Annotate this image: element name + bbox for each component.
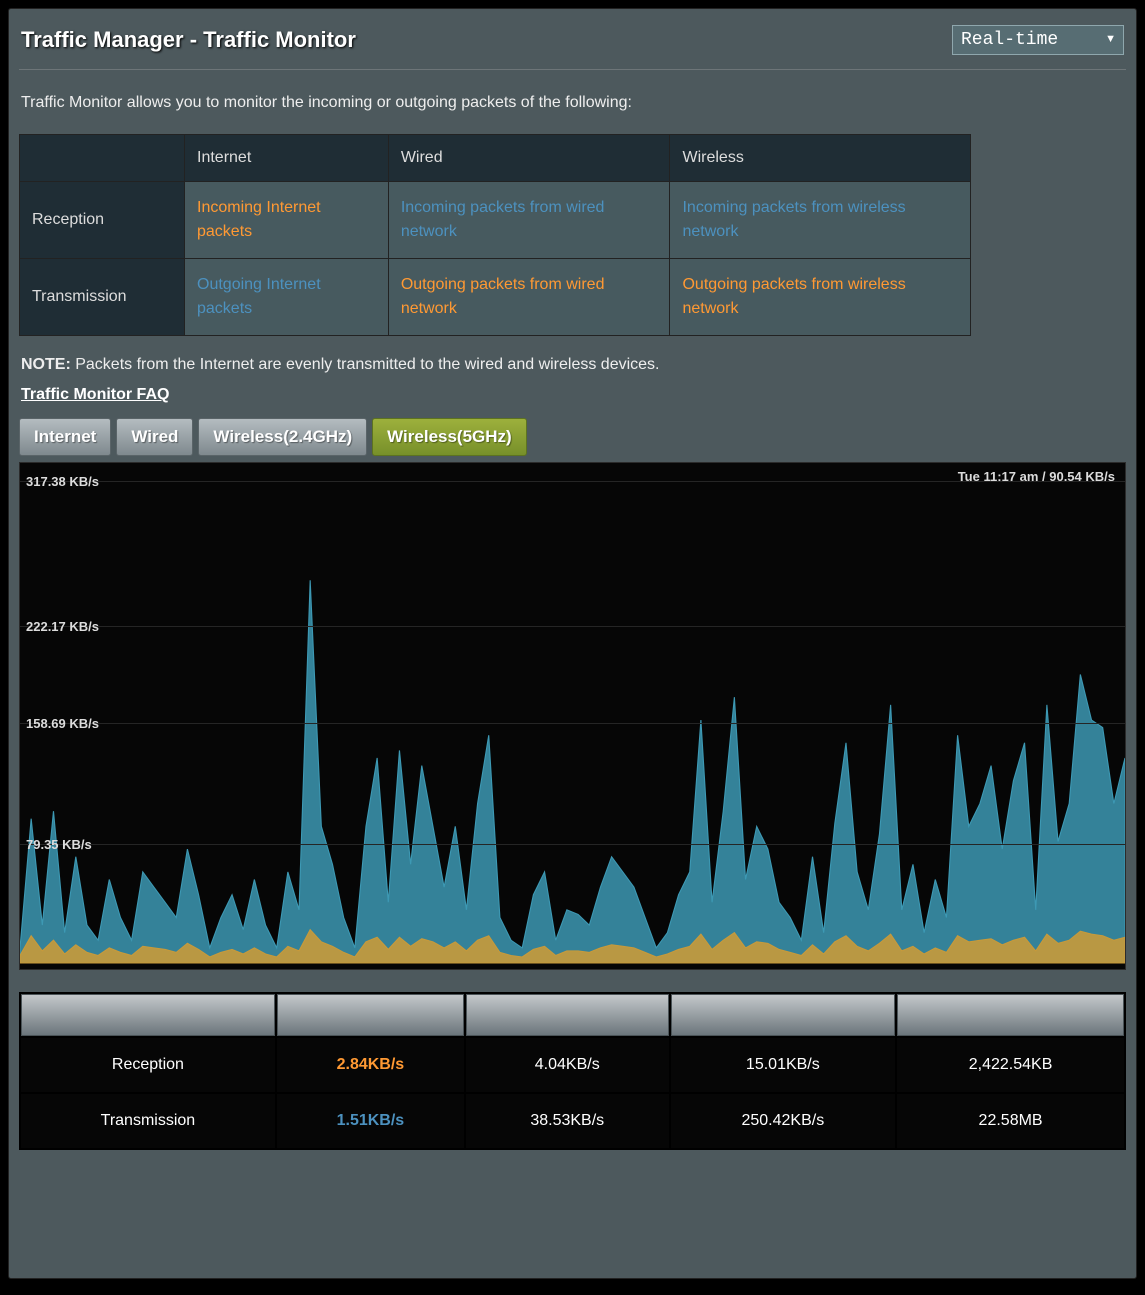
desc-cell: Incoming packets from wired network bbox=[388, 182, 670, 259]
stats-cell: 38.53KB/s bbox=[466, 1094, 669, 1148]
y-axis-label: 79.35 KB/s bbox=[26, 837, 92, 852]
stats-cell: 15.01KB/s bbox=[671, 1038, 896, 1092]
desc-col-header: Wireless bbox=[670, 135, 971, 182]
traffic-chart: Tue 11:17 am / 90.54 KB/s 317.38 KB/s222… bbox=[19, 462, 1126, 970]
grid-line bbox=[20, 481, 1125, 482]
tab-internet[interactable]: Internet bbox=[19, 418, 111, 456]
stats-cell: 2,422.54KB bbox=[897, 1038, 1124, 1092]
intro-text: Traffic Monitor allows you to monitor th… bbox=[19, 70, 1126, 130]
stats-col-header bbox=[466, 994, 669, 1036]
stats-cell: 22.58MB bbox=[897, 1094, 1124, 1148]
faq-link[interactable]: Traffic Monitor FAQ bbox=[19, 384, 171, 418]
stats-row-header: Transmission bbox=[21, 1094, 275, 1148]
grid-line bbox=[20, 626, 1125, 627]
chart-svg bbox=[20, 463, 1125, 969]
note-text: NOTE: Packets from the Internet are even… bbox=[19, 350, 1126, 384]
stats-col-header bbox=[21, 994, 275, 1036]
description-table: InternetWiredWireless ReceptionIncoming … bbox=[19, 134, 971, 336]
y-axis-label: 158.69 KB/s bbox=[26, 716, 99, 731]
y-axis-label: 222.17 KB/s bbox=[26, 619, 99, 634]
stats-cell: 2.84KB/s bbox=[277, 1038, 464, 1092]
note-body: Packets from the Internet are evenly tra… bbox=[71, 356, 660, 373]
traffic-monitor-panel: Traffic Manager - Traffic Monitor Real-t… bbox=[8, 8, 1137, 1279]
tab-wired[interactable]: Wired bbox=[116, 418, 193, 456]
stats-col-header bbox=[277, 994, 464, 1036]
grid-line bbox=[20, 844, 1125, 845]
desc-col-header: Internet bbox=[185, 135, 389, 182]
desc-cell: Outgoing packets from wired network bbox=[388, 259, 670, 336]
tabs-row: InternetWiredWireless(2.4GHz)Wireless(5G… bbox=[19, 418, 1126, 456]
mode-select[interactable]: Real-time bbox=[952, 25, 1124, 55]
grid-line bbox=[20, 723, 1125, 724]
desc-cell: Outgoing Internet packets bbox=[185, 259, 389, 336]
desc-col-header bbox=[20, 135, 185, 182]
header-row: Traffic Manager - Traffic Monitor Real-t… bbox=[19, 19, 1126, 70]
mode-select-wrap: Real-time bbox=[952, 25, 1124, 55]
tab-wireless-5ghz-[interactable]: Wireless(5GHz) bbox=[372, 418, 527, 456]
chart-series-reception bbox=[20, 580, 1125, 963]
page-title: Traffic Manager - Traffic Monitor bbox=[21, 27, 356, 53]
desc-col-header: Wired bbox=[388, 135, 670, 182]
desc-row-header: Transmission bbox=[20, 259, 185, 336]
stats-table: Reception2.84KB/s4.04KB/s15.01KB/s2,422.… bbox=[19, 992, 1126, 1150]
tab-wireless-2-4ghz-[interactable]: Wireless(2.4GHz) bbox=[198, 418, 367, 456]
y-axis-label: 317.38 KB/s bbox=[26, 474, 99, 489]
stats-cell: 250.42KB/s bbox=[671, 1094, 896, 1148]
stats-col-header bbox=[671, 994, 896, 1036]
stats-cell: 1.51KB/s bbox=[277, 1094, 464, 1148]
desc-row-header: Reception bbox=[20, 182, 185, 259]
stats-cell: 4.04KB/s bbox=[466, 1038, 669, 1092]
desc-cell: Incoming packets from wireless network bbox=[670, 182, 971, 259]
desc-cell: Incoming Internet packets bbox=[185, 182, 389, 259]
stats-row-header: Reception bbox=[21, 1038, 275, 1092]
desc-cell: Outgoing packets from wireless network bbox=[670, 259, 971, 336]
stats-col-header bbox=[897, 994, 1124, 1036]
note-label: NOTE: bbox=[21, 356, 71, 373]
